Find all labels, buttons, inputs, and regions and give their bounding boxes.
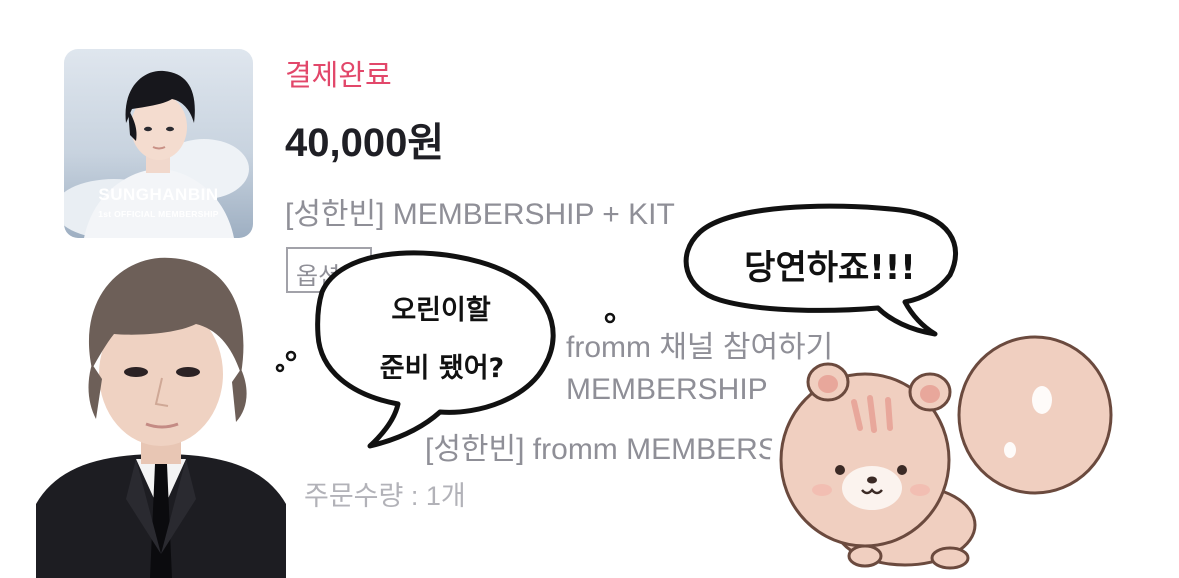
squirrel-sticker-icon	[770, 320, 1122, 578]
bubble-right-text: 당연하죠!!!	[744, 248, 916, 288]
order-screen: SUNGHANBIN 1st OFFICIAL MEMBERSHIP 결제완료 …	[0, 0, 1179, 578]
bubble-left-line1: 오린이할	[391, 295, 491, 326]
bubble-left-line2: 준비 됐어?	[379, 353, 505, 384]
